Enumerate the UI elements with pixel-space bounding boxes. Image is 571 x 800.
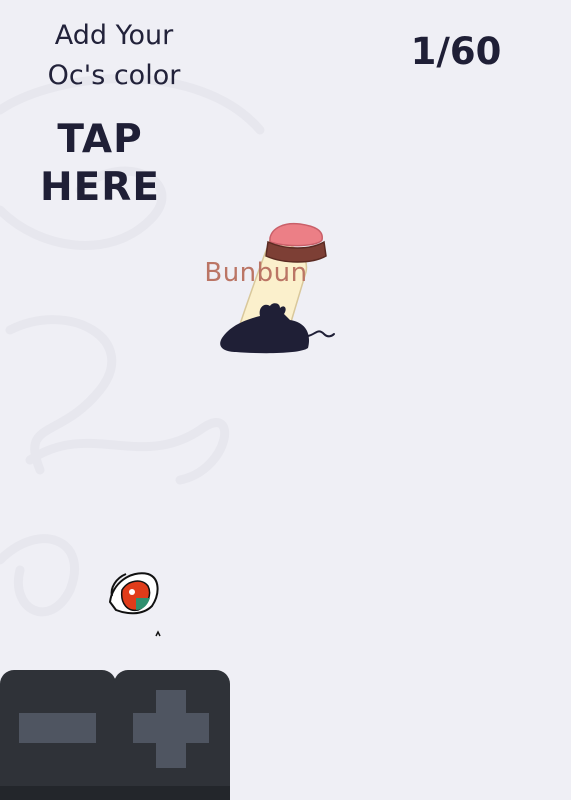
increase-button[interactable] [114, 670, 230, 800]
decrease-button[interactable] [0, 670, 116, 800]
minus-icon [19, 713, 96, 743]
tap-here-button[interactable]: TAP HERE [22, 116, 178, 212]
plus-icon-vertical [156, 690, 186, 768]
eye-sticker[interactable] [102, 566, 166, 642]
mouse-silhouette [220, 303, 335, 354]
progress-counter: 1/60 [410, 30, 502, 73]
instruction-text: Add Your Oc's color [47, 20, 181, 91]
bunbun-hair [269, 222, 323, 247]
oc-name-label: Bunbun [204, 258, 308, 288]
